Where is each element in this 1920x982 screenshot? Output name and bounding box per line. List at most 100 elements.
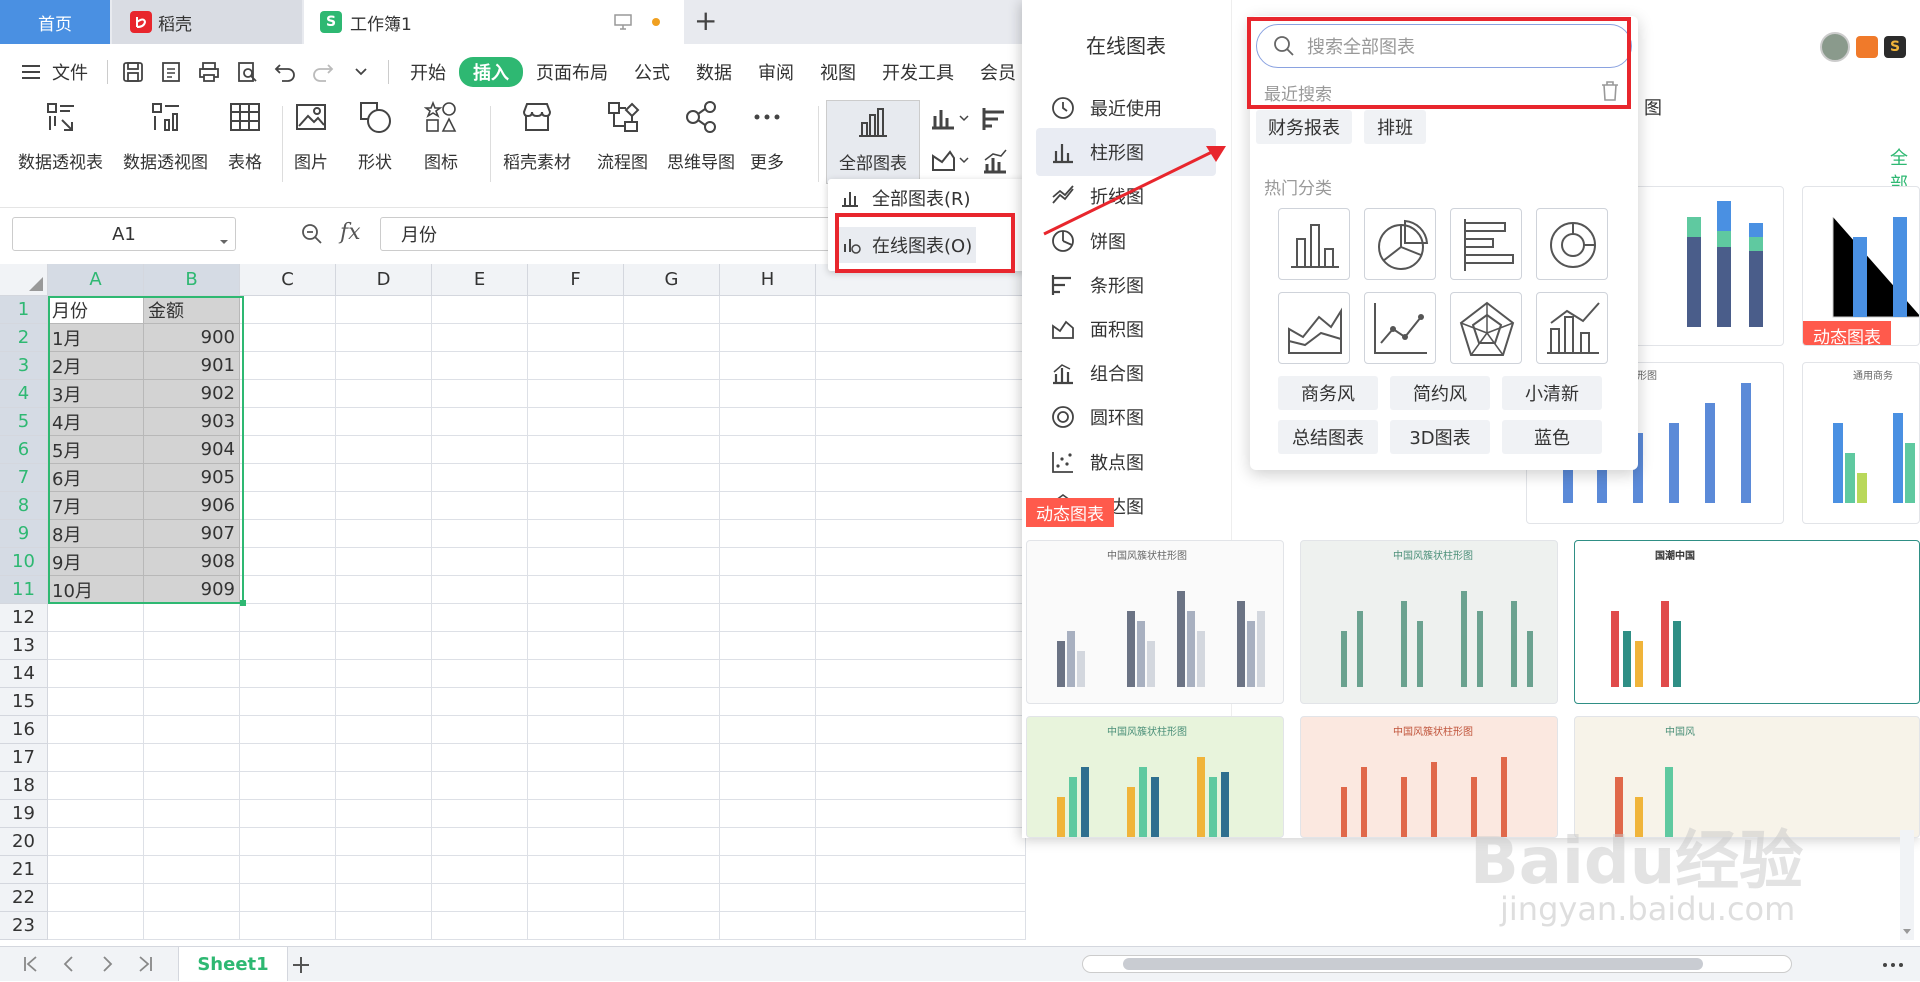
cell[interactable]: 909 xyxy=(144,576,240,604)
cell[interactable] xyxy=(624,324,720,352)
cell[interactable] xyxy=(720,408,816,436)
vertical-scrollbar[interactable] xyxy=(1900,830,1914,940)
cell[interactable]: 900 xyxy=(144,324,240,352)
cell[interactable] xyxy=(432,604,528,632)
print-icon[interactable] xyxy=(196,59,222,85)
cell[interactable] xyxy=(720,548,816,576)
cell[interactable] xyxy=(720,576,816,604)
cell[interactable] xyxy=(528,548,624,576)
cell[interactable] xyxy=(336,296,432,324)
cell[interactable] xyxy=(144,688,240,716)
category-combo[interactable]: 组合图 xyxy=(1036,349,1216,397)
all-charts-button[interactable]: 全部图表 xyxy=(826,100,920,184)
cell[interactable] xyxy=(816,380,1026,408)
cell[interactable] xyxy=(624,800,720,828)
cell[interactable] xyxy=(240,464,336,492)
cell[interactable] xyxy=(336,436,432,464)
export-pdf-icon[interactable] xyxy=(158,59,184,85)
category-recent[interactable]: 最近使用 xyxy=(1036,84,1216,132)
cell[interactable] xyxy=(816,520,1026,548)
category-bar[interactable]: 条形图 xyxy=(1036,261,1216,309)
cell[interactable]: 7月 xyxy=(48,492,144,520)
cell[interactable] xyxy=(528,464,624,492)
cell[interactable]: 10月 xyxy=(48,576,144,604)
cell[interactable] xyxy=(528,296,624,324)
cell[interactable] xyxy=(336,408,432,436)
cell[interactable] xyxy=(432,352,528,380)
cell[interactable]: 903 xyxy=(144,408,240,436)
combo-chart-category[interactable] xyxy=(1536,292,1608,364)
cell[interactable] xyxy=(624,492,720,520)
tab-daoke[interactable]: 稻壳 xyxy=(112,0,302,44)
column-header[interactable]: A xyxy=(48,264,144,296)
cell[interactable] xyxy=(336,576,432,604)
cell[interactable] xyxy=(528,772,624,800)
cell[interactable] xyxy=(528,688,624,716)
cell[interactable] xyxy=(816,772,1026,800)
row-header[interactable]: 12 xyxy=(0,604,48,632)
row-header[interactable]: 3 xyxy=(0,352,48,380)
next-sheet-icon[interactable] xyxy=(98,954,116,978)
cell[interactable] xyxy=(624,912,720,940)
cell[interactable] xyxy=(720,828,816,856)
cell[interactable]: 906 xyxy=(144,492,240,520)
row-header[interactable]: 6 xyxy=(0,436,48,464)
cell[interactable] xyxy=(816,436,1026,464)
cell[interactable] xyxy=(336,772,432,800)
menu-page-layout[interactable]: 页面布局 xyxy=(523,59,621,85)
cell[interactable] xyxy=(432,716,528,744)
cell[interactable] xyxy=(432,660,528,688)
chart-template-thumb[interactable]: 动态图表 xyxy=(1802,186,1920,346)
cell[interactable] xyxy=(816,604,1026,632)
cell[interactable] xyxy=(432,324,528,352)
cell[interactable] xyxy=(624,716,720,744)
column-chart-category[interactable] xyxy=(1278,208,1350,280)
cell[interactable] xyxy=(336,828,432,856)
cell[interactable] xyxy=(528,912,624,940)
cell[interactable]: 904 xyxy=(144,436,240,464)
cell[interactable] xyxy=(48,800,144,828)
cell[interactable] xyxy=(144,716,240,744)
column-header[interactable]: C xyxy=(240,264,336,296)
cell[interactable] xyxy=(48,856,144,884)
cell[interactable] xyxy=(720,800,816,828)
cell[interactable] xyxy=(240,604,336,632)
cell[interactable] xyxy=(240,324,336,352)
pie-chart-category[interactable] xyxy=(1364,208,1436,280)
cell[interactable]: 902 xyxy=(144,380,240,408)
style-tag[interactable]: 商务风 xyxy=(1278,376,1378,410)
cell[interactable] xyxy=(720,324,816,352)
avatar[interactable] xyxy=(1820,32,1850,62)
cell[interactable] xyxy=(720,604,816,632)
row-header[interactable]: 11 xyxy=(0,576,48,604)
cell[interactable] xyxy=(528,352,624,380)
select-all-corner[interactable] xyxy=(0,264,48,296)
cell[interactable] xyxy=(240,380,336,408)
column-header[interactable]: G xyxy=(624,264,720,296)
cell[interactable] xyxy=(624,548,720,576)
row-header[interactable]: 7 xyxy=(0,464,48,492)
cell[interactable] xyxy=(240,520,336,548)
cell[interactable] xyxy=(816,632,1026,660)
cell[interactable] xyxy=(528,492,624,520)
cell[interactable] xyxy=(336,912,432,940)
recent-tag[interactable]: 排班 xyxy=(1364,110,1426,144)
cell[interactable] xyxy=(144,856,240,884)
combo-chart-small-button[interactable] xyxy=(982,148,1022,178)
cell[interactable] xyxy=(144,660,240,688)
scrollbar-thumb[interactable] xyxy=(1123,958,1703,970)
cell[interactable] xyxy=(624,296,720,324)
row-header[interactable]: 19 xyxy=(0,800,48,828)
menu-review[interactable]: 审阅 xyxy=(745,59,807,85)
row-header[interactable]: 1 xyxy=(0,296,48,324)
cell[interactable] xyxy=(720,492,816,520)
icon-button[interactable]: 图标 xyxy=(424,100,458,173)
cell[interactable] xyxy=(336,380,432,408)
sheet-tab-sheet1[interactable]: Sheet1 xyxy=(178,947,288,981)
cell[interactable]: 4月 xyxy=(48,408,144,436)
cell[interactable] xyxy=(816,296,1026,324)
fill-handle[interactable] xyxy=(240,600,246,606)
cell[interactable] xyxy=(240,436,336,464)
cell[interactable] xyxy=(240,856,336,884)
cell[interactable] xyxy=(144,632,240,660)
